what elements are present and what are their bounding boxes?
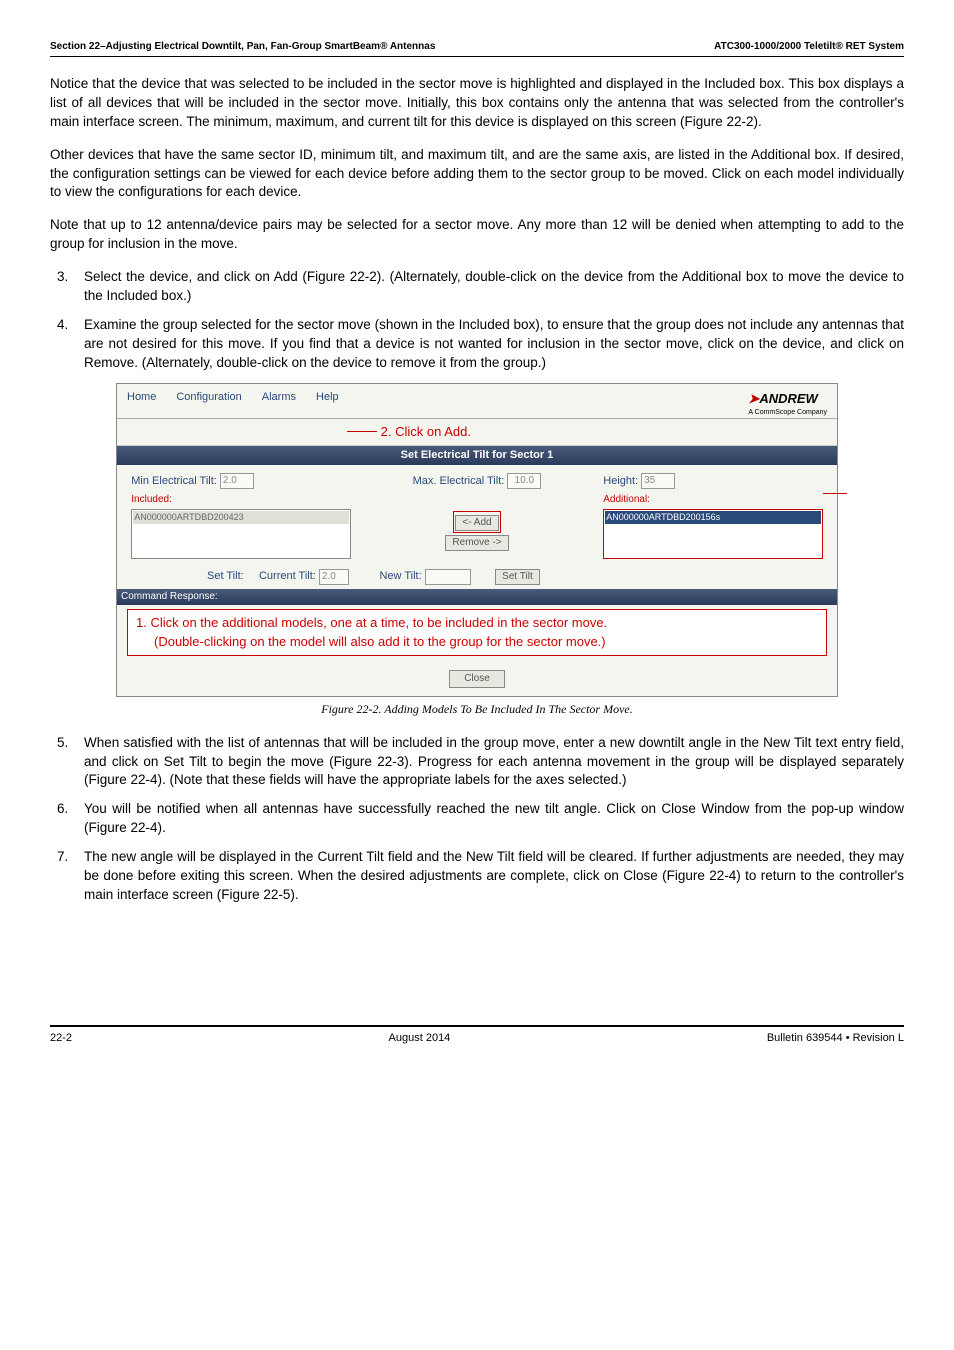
min-tilt-field[interactable]: 2.0 — [220, 473, 254, 489]
dialog-title-bar: Set Electrical Tilt for Sector 1 — [117, 445, 837, 465]
header-right: ATC300-1000/2000 Teletilt® RET System — [714, 40, 904, 54]
included-label: Included: — [131, 493, 350, 507]
min-tilt-label: Min Electrical Tilt: — [131, 475, 217, 487]
paragraph-3: Note that up to 12 antenna/device pairs … — [50, 216, 904, 254]
additional-item[interactable]: AN000000ARTDBD200156s — [605, 511, 820, 524]
step-5: When satisfied with the list of antennas… — [72, 734, 904, 791]
tab-alarms[interactable]: Alarms — [262, 390, 296, 418]
header-left: Section 22–Adjusting Electrical Downtilt… — [50, 41, 435, 52]
footer-page-num: 22-2 — [50, 1031, 72, 1046]
max-tilt-label: Max. Electrical Tilt: — [413, 475, 505, 487]
tab-help[interactable]: Help — [316, 390, 339, 418]
andrew-logo: ➤ANDREWA CommScope Company — [748, 390, 827, 418]
paragraph-1: Notice that the device that was selected… — [50, 75, 904, 132]
included-listbox[interactable]: AN000000ARTDBD200423 — [131, 509, 350, 559]
footer-date: August 2014 — [389, 1031, 451, 1046]
figure-22-2-screenshot: Home Configuration Alarms Help ➤ANDREWA … — [116, 383, 838, 697]
additional-label: Additional: — [603, 493, 822, 507]
new-tilt-label: New Tilt: — [379, 570, 421, 582]
current-tilt-field: 2.0 — [319, 569, 349, 585]
current-tilt-label: Current Tilt: — [259, 570, 316, 582]
step-3: Select the device, and click on Add (Fig… — [72, 268, 904, 306]
set-tilt-button[interactable]: Set Tilt — [495, 569, 540, 585]
figure-caption: Figure 22-2. Adding Models To Be Include… — [50, 701, 904, 718]
close-button[interactable]: Close — [449, 670, 505, 688]
tab-configuration[interactable]: Configuration — [176, 390, 241, 418]
steps-list-b: When satisfied with the list of antennas… — [50, 734, 904, 905]
tab-home[interactable]: Home — [127, 390, 156, 418]
height-label: Height: — [603, 475, 638, 487]
command-response-bar: Command Response: — [117, 589, 837, 605]
page-header: Section 22–Adjusting Electrical Downtilt… — [50, 40, 904, 57]
step-6: You will be notified when all antennas h… — [72, 800, 904, 838]
remove-button[interactable]: Remove -> — [445, 535, 508, 551]
page-footer: 22-2 August 2014 Bulletin 639544 • Revis… — [50, 1025, 904, 1046]
add-button[interactable]: <- Add — [455, 515, 498, 531]
set-tilt-label: Set Tilt: — [207, 570, 244, 582]
app-tabs: Home Configuration Alarms Help ➤ANDREWA … — [117, 384, 837, 419]
annotation-additional-models: 1. Click on the additional models, one a… — [127, 609, 827, 655]
annotation-click-add: 2. Click on Add. — [117, 419, 837, 445]
step-7: The new angle will be displayed in the C… — [72, 848, 904, 905]
steps-list-a: Select the device, and click on Add (Fig… — [50, 268, 904, 372]
max-tilt-field[interactable]: 10.0 — [507, 473, 541, 489]
included-item[interactable]: AN000000ARTDBD200423 — [133, 511, 348, 524]
paragraph-2: Other devices that have the same sector … — [50, 146, 904, 203]
height-field[interactable]: 35 — [641, 473, 675, 489]
step-4: Examine the group selected for the secto… — [72, 316, 904, 373]
additional-listbox[interactable]: AN000000ARTDBD200156s — [603, 509, 822, 559]
new-tilt-field[interactable] — [425, 569, 471, 585]
footer-bulletin: Bulletin 639544 • Revision L — [767, 1031, 904, 1046]
